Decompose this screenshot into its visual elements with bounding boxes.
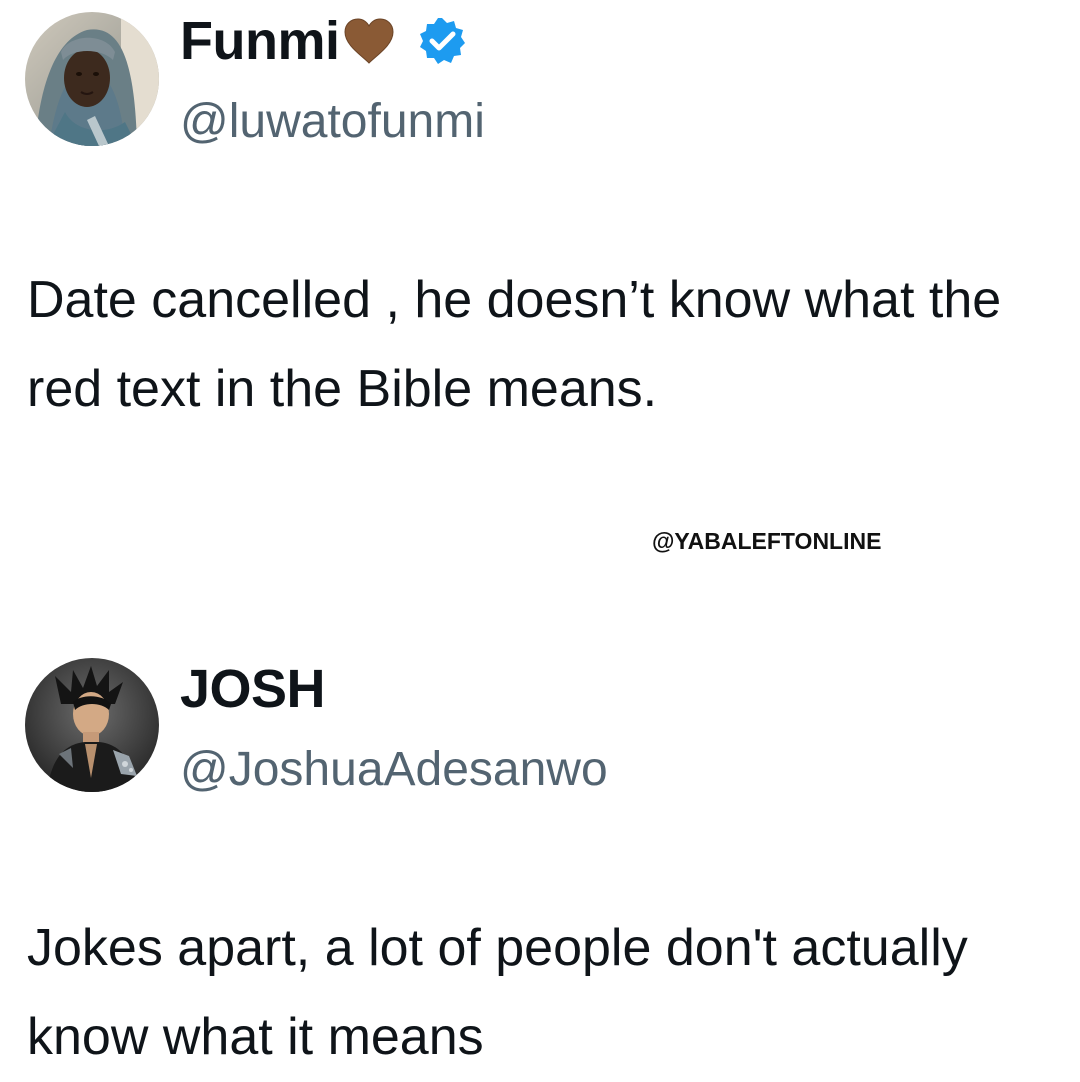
handle[interactable]: @JoshuaAdesanwo xyxy=(180,740,608,800)
brown-heart-icon xyxy=(344,18,394,64)
tweet-text: Jokes apart, a lot of people don't actua… xyxy=(27,919,968,1066)
avatar-funmi-image xyxy=(25,12,159,146)
tweet-text: Date cancelled , he doesn’t know what th… xyxy=(27,271,1002,418)
display-name[interactable]: Funmi xyxy=(180,6,340,76)
verified-badge-icon[interactable] xyxy=(417,16,467,66)
avatar-josh[interactable] xyxy=(25,658,159,792)
avatar-funmi[interactable] xyxy=(25,12,159,146)
avatar-josh-image xyxy=(25,658,159,792)
display-name-row: JOSH xyxy=(180,654,326,724)
handle[interactable]: @luwatofunmi xyxy=(180,92,485,152)
watermark: @YABALEFTONLINE xyxy=(652,528,882,554)
display-name[interactable]: JOSH xyxy=(180,654,326,724)
display-name-row: Funmi xyxy=(180,6,467,76)
